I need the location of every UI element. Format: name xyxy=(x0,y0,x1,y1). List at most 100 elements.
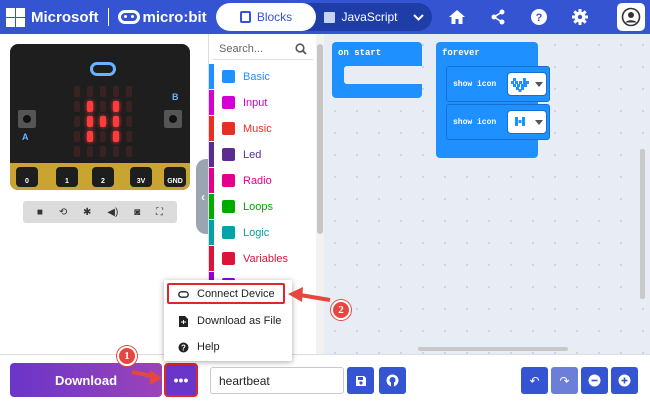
toolbox-category-label: Basic xyxy=(243,70,270,83)
download-button[interactable]: Download xyxy=(10,363,162,397)
radio-icon xyxy=(222,174,235,187)
led-pixel xyxy=(74,101,80,112)
logo-touch-icon[interactable] xyxy=(90,62,116,76)
input-icon xyxy=(222,96,235,109)
user-button[interactable] xyxy=(617,3,645,31)
tab-javascript[interactable]: JavaScript xyxy=(316,3,406,31)
on-start-block[interactable]: on start xyxy=(332,42,422,98)
gear-icon xyxy=(572,9,588,25)
settings-button[interactable] xyxy=(567,4,593,30)
show-icon-block[interactable]: show icon xyxy=(446,104,550,140)
toolbox-category-music[interactable]: Music xyxy=(209,116,316,141)
led-pixel xyxy=(113,131,119,142)
blocks-workspace[interactable]: on start forever show icon show icon xyxy=(324,34,650,354)
led-pixel xyxy=(100,131,106,142)
help-button[interactable]: ? xyxy=(526,4,552,30)
forever-label: forever xyxy=(442,48,480,58)
bottom-toolbar: Download ••• ↶ ↷ xyxy=(0,354,650,403)
workspace-hscroll[interactable] xyxy=(418,347,568,351)
screenshot-icon[interactable]: ◙ xyxy=(134,207,140,218)
svg-text:?: ? xyxy=(536,12,543,24)
menu-item-download-file[interactable]: Download as File xyxy=(164,309,292,333)
tab-blocks[interactable]: Blocks xyxy=(216,3,316,31)
led-pixel xyxy=(87,86,93,97)
workspace-vscroll[interactable] xyxy=(640,149,645,299)
button-b-label: B xyxy=(172,92,179,102)
pin-3v[interactable]: 3V xyxy=(130,167,152,187)
menu-item-help[interactable]: ? Help xyxy=(164,335,292,359)
basic-icon xyxy=(222,70,235,83)
led-pixel xyxy=(74,146,80,157)
zoom-out-button[interactable] xyxy=(581,367,608,394)
search-placeholder: Search... xyxy=(219,42,264,55)
pin-0[interactable]: 0 xyxy=(16,167,38,187)
stop-icon[interactable]: ■ xyxy=(37,207,43,218)
led-pixel xyxy=(113,116,119,127)
fullscreen-icon[interactable]: ⛶ xyxy=(156,207,163,218)
search-icon xyxy=(295,43,307,55)
led-pixel xyxy=(87,116,93,127)
github-icon xyxy=(386,374,399,387)
pin-1[interactable]: 1 xyxy=(56,167,78,187)
toolbox-category-label: Led xyxy=(243,148,262,161)
top-bar: Microsoft micro:bit Blocks JavaScript ? xyxy=(0,0,650,34)
on-start-slot xyxy=(344,66,422,84)
toolbox-category-variables[interactable]: Variables xyxy=(209,246,316,271)
toolbox-category-led[interactable]: Led xyxy=(209,142,316,167)
toolbox-category-label: Radio xyxy=(243,174,272,187)
led-pixel xyxy=(87,146,93,157)
led-pixel xyxy=(74,131,80,142)
dropdown-arrow-icon xyxy=(535,81,543,87)
language-dropdown[interactable] xyxy=(406,3,430,31)
more-options-button[interactable]: ••• xyxy=(164,363,198,397)
toolbox-category-radio[interactable]: Radio xyxy=(209,168,316,193)
step-1-badge: 1 xyxy=(117,346,137,366)
menu-item-label: Download as File xyxy=(197,315,282,327)
debug-icon[interactable]: ✱ xyxy=(83,207,91,218)
show-icon-block[interactable]: show icon xyxy=(446,66,550,102)
button-a-label: A xyxy=(22,132,29,142)
icon-picker[interactable] xyxy=(507,110,547,134)
toolbox-category-input[interactable]: Input xyxy=(209,90,316,115)
step-2-badge: 2 xyxy=(331,300,351,320)
led-pixel xyxy=(126,101,132,112)
forever-block[interactable]: forever show icon show icon xyxy=(436,42,550,158)
toolbox-category-logic[interactable]: Logic xyxy=(209,220,316,245)
toolbox-category-label: Music xyxy=(243,122,272,135)
led-pixel xyxy=(126,86,132,97)
show-icon-label: show icon xyxy=(453,118,497,127)
project-name-input[interactable] xyxy=(210,367,344,394)
icon-picker[interactable] xyxy=(507,72,547,96)
restart-icon[interactable]: ⟲ xyxy=(59,207,67,218)
pin-2[interactable]: 2 xyxy=(92,167,114,187)
zoom-out-icon xyxy=(588,374,601,387)
toolbox-search[interactable]: Search... xyxy=(213,38,313,60)
toolbox-category-loops[interactable]: Loops xyxy=(209,194,316,219)
home-button[interactable] xyxy=(444,4,470,30)
led-pixel xyxy=(74,116,80,127)
redo-button[interactable]: ↷ xyxy=(551,367,578,394)
user-icon xyxy=(621,7,641,27)
pin-gnd[interactable]: GND xyxy=(164,167,186,187)
toolbox-scroll-thumb[interactable] xyxy=(317,44,323,234)
github-button[interactable] xyxy=(379,367,406,394)
zoom-in-button[interactable] xyxy=(611,367,638,394)
button-b[interactable] xyxy=(164,110,182,128)
sound-icon[interactable]: ◀) xyxy=(107,207,118,218)
help-icon: ? xyxy=(531,9,547,25)
toolbox-scrollbar[interactable] xyxy=(316,34,324,354)
toolbox-category-basic[interactable]: Basic xyxy=(209,64,316,89)
led-pixel xyxy=(113,101,119,112)
toolbox-category-label: Logic xyxy=(243,226,270,239)
share-button[interactable] xyxy=(485,4,511,30)
toolbox-category-label: Loops xyxy=(243,200,273,213)
zoom-in-icon xyxy=(618,374,631,387)
led-pixel xyxy=(126,146,132,157)
microsoft-logo-icon xyxy=(6,7,25,27)
undo-icon: ↶ xyxy=(529,373,540,388)
undo-button[interactable]: ↶ xyxy=(521,367,548,394)
more-options-label: ••• xyxy=(173,372,189,388)
button-a[interactable] xyxy=(18,110,36,128)
save-button[interactable] xyxy=(347,367,374,394)
show-icon-label: show icon xyxy=(453,80,497,89)
